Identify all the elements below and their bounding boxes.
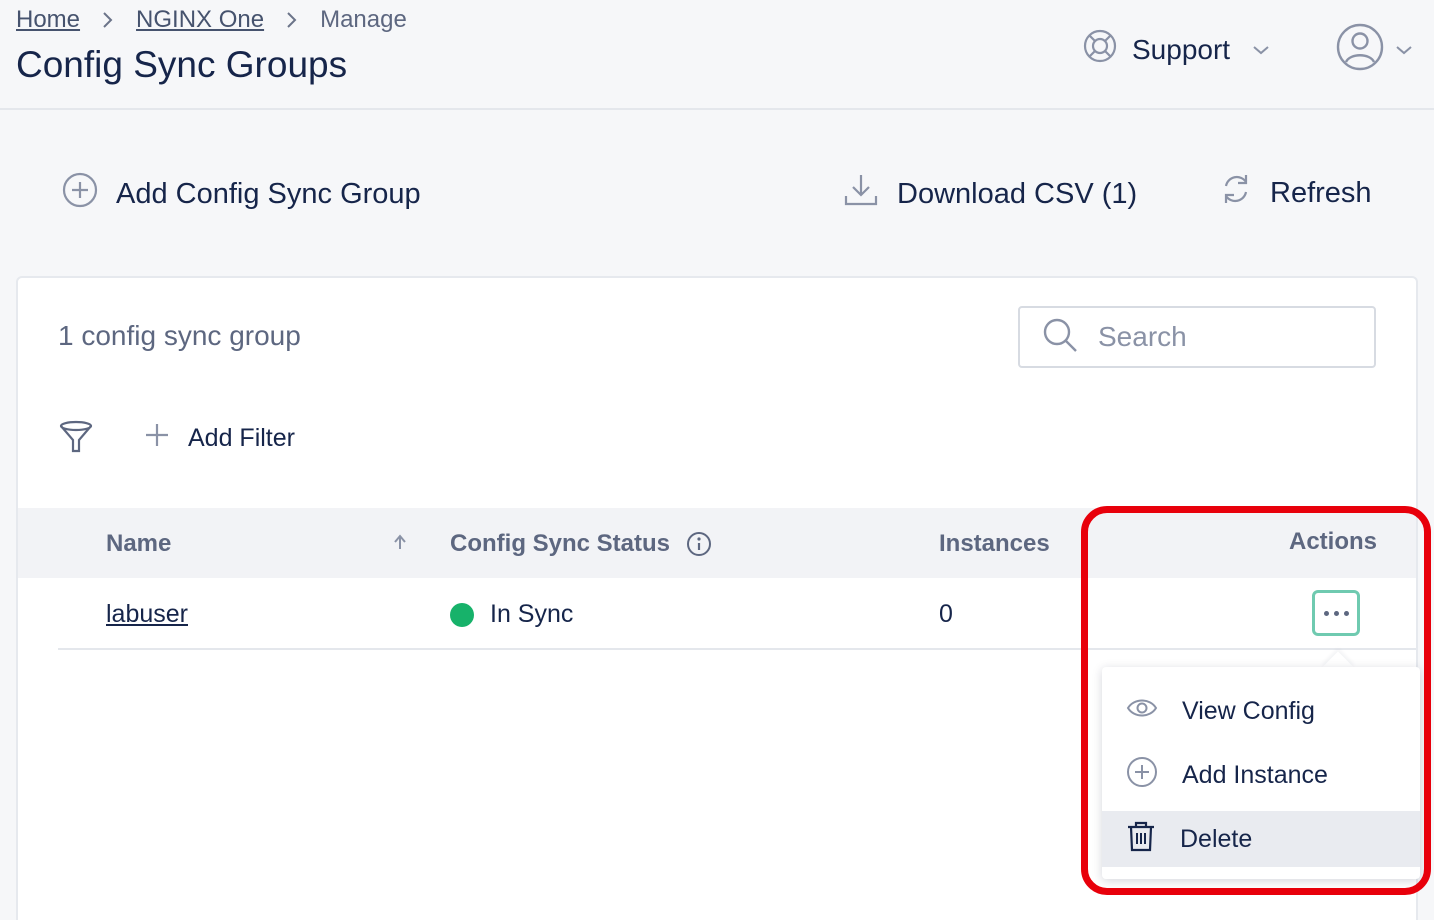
download-icon [843, 172, 879, 216]
user-avatar-icon [1335, 22, 1385, 77]
column-header-actions: Actions [1289, 528, 1377, 556]
breadcrumb-home[interactable]: Home [16, 6, 80, 34]
actions-dropdown-menu: View Config Add Instance Delete [1102, 667, 1420, 879]
eye-icon [1126, 696, 1158, 727]
refresh-icon [1220, 172, 1252, 214]
chevron-right-icon [102, 11, 114, 29]
page-title: Config Sync Groups [16, 44, 348, 85]
column-header-actions-label: Actions [1289, 528, 1378, 555]
instances-count: 0 [939, 600, 953, 628]
group-name-link[interactable]: labuser [106, 600, 188, 629]
search-box[interactable] [1018, 306, 1376, 368]
menu-item-label: Delete [1180, 824, 1253, 853]
support-label: Support [1132, 33, 1231, 65]
search-icon [1042, 317, 1078, 358]
download-csv-button[interactable]: Download CSV (1) [843, 172, 1137, 216]
menu-item-view-config[interactable]: View Config [1102, 683, 1420, 739]
sort-ascending-icon[interactable] [393, 534, 407, 550]
breadcrumb-nginx-one[interactable]: NGINX One [136, 6, 264, 34]
refresh-button[interactable]: Refresh [1220, 172, 1372, 214]
add-config-sync-group-label: Add Config Sync Group [116, 177, 421, 210]
column-header-status[interactable]: Config Sync Status [450, 530, 712, 558]
plus-icon [144, 422, 170, 455]
top-bar: Home NGINX One Manage Config Sync Groups… [0, 0, 1434, 110]
add-filter-button[interactable]: Add Filter [144, 422, 295, 455]
instances-cell: 0 [939, 600, 953, 629]
table-row: labuser In Sync 0 [58, 578, 1416, 650]
lifebuoy-icon [1082, 28, 1118, 71]
plus-circle-icon [62, 172, 98, 216]
trash-icon [1126, 820, 1156, 859]
column-header-instances-label: Instances [939, 530, 1050, 557]
menu-item-add-instance[interactable]: Add Instance [1102, 747, 1420, 803]
add-config-sync-group-button[interactable]: Add Config Sync Group [62, 172, 421, 216]
filter-icon[interactable] [58, 418, 94, 459]
name-cell: labuser [106, 600, 188, 629]
filter-row: Add Filter [58, 418, 295, 459]
row-actions-button[interactable] [1312, 590, 1360, 636]
search-input[interactable] [1098, 321, 1348, 353]
status-label: In Sync [490, 600, 574, 628]
chevron-down-icon [1395, 44, 1413, 56]
table-header: Name Config Sync Status Instances Action… [18, 508, 1416, 578]
menu-item-label: View Config [1182, 696, 1315, 725]
more-horizontal-icon [1323, 610, 1349, 616]
group-count: 1 config sync group [58, 320, 301, 351]
menu-item-delete[interactable]: Delete [1102, 811, 1420, 867]
column-header-name[interactable]: Name [106, 530, 171, 558]
add-filter-label: Add Filter [188, 424, 295, 452]
breadcrumb: Home NGINX One Manage [16, 6, 407, 34]
menu-item-label: Add Instance [1182, 760, 1328, 789]
chevron-down-icon [1252, 44, 1270, 56]
chevron-right-icon [286, 11, 298, 29]
breadcrumb-current: Manage [320, 6, 407, 33]
status-dot [450, 602, 474, 627]
plus-circle-icon [1126, 756, 1158, 795]
column-header-status-label: Config Sync Status [450, 530, 671, 557]
column-header-instances[interactable]: Instances [939, 530, 1050, 558]
support-menu-button[interactable]: Support [1082, 28, 1270, 71]
user-menu-button[interactable] [1335, 22, 1413, 77]
info-icon[interactable] [686, 531, 712, 557]
status-cell: In Sync [450, 600, 573, 629]
download-csv-label: Download CSV (1) [897, 177, 1138, 210]
column-header-name-label: Name [106, 530, 172, 557]
refresh-label: Refresh [1270, 176, 1372, 209]
